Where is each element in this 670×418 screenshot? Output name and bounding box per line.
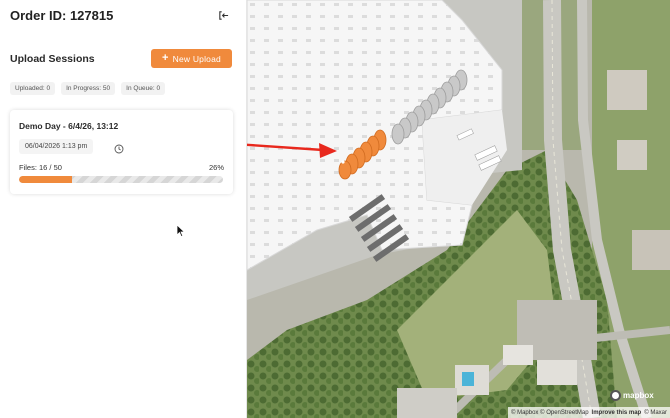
new-upload-button[interactable]: + New Upload	[151, 49, 232, 68]
plus-icon: +	[162, 52, 169, 64]
progress-percent: 26%	[208, 163, 224, 172]
mapbox-logo-icon	[610, 389, 621, 401]
map-attribution: © Mapbox © OpenStreetMap Improve this ma…	[508, 407, 670, 418]
clock-icon	[114, 141, 124, 154]
improve-map-link[interactable]: Improve this map	[592, 410, 642, 416]
session-title: Demo Day - 6/4/26, 13:12	[19, 121, 119, 131]
app-window: Order ID: 127815 Upload Sessions + New U…	[0, 0, 670, 418]
in-progress-count-badge: In Progress: 50	[61, 82, 116, 95]
order-title: Order ID: 127815	[10, 8, 114, 23]
mapbox-logo: mapbox	[610, 388, 660, 402]
collapse-icon[interactable]	[216, 8, 230, 22]
in-queue-count-badge: In Queue: 0	[121, 82, 166, 95]
new-upload-label: New Upload	[172, 53, 221, 64]
uploaded-count-badge: Uploaded: 0	[10, 82, 56, 95]
upload-panel: Order ID: 127815 Upload Sessions + New U…	[0, 0, 247, 418]
upload-session-card[interactable]: Demo Day - 6/4/26, 13:12 06/04/2026 1:13…	[10, 110, 233, 194]
upload-stats: Uploaded: 0 In Progress: 50 In Queue: 0	[10, 82, 166, 95]
maxar-link[interactable]: © Maxar	[644, 410, 667, 416]
satellite-map[interactable]: mapbox © Mapbox © OpenStreetMap Improve …	[247, 0, 670, 418]
upload-progress-bar	[19, 176, 223, 183]
upload-sessions-heading: Upload Sessions	[10, 53, 95, 65]
upload-progress-fill	[19, 176, 73, 183]
attribution-link[interactable]: © Mapbox © OpenStreetMap	[511, 410, 589, 416]
files-count: Files: 16 / 50	[19, 163, 62, 172]
mouse-cursor-icon	[176, 224, 186, 238]
session-date: 06/04/2026 1:13 pm	[19, 139, 94, 154]
